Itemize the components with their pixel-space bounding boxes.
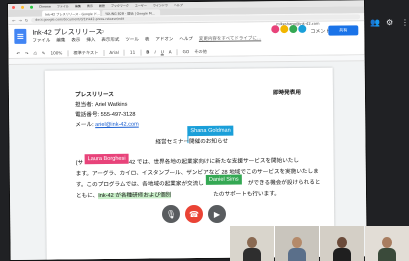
zoom-dot[interactable] (30, 5, 34, 9)
menu-insert[interactable]: 挿入 (86, 37, 95, 43)
docs-menu-bar: ファイル 編集 表示 挿入 表示形式 ツール 表 アドオン ヘルプ 変更内容をす… (32, 35, 261, 43)
paint-format-icon[interactable]: ✎ (42, 51, 46, 56)
participant-video (378, 235, 396, 261)
docs-logo-icon[interactable] (14, 28, 27, 44)
participant-tile[interactable] (320, 226, 364, 261)
mac-menu-item[interactable]: 編集 (75, 4, 81, 8)
contact-email: メール: ariel@ink-42.com (75, 120, 139, 129)
underline-button[interactable]: U (161, 49, 164, 54)
body-text: ともに、 (75, 193, 99, 200)
mac-menu-item[interactable]: ユーザー (135, 4, 147, 8)
camera-icon: ▶ (213, 209, 221, 219)
divider (103, 49, 105, 56)
divider (123, 49, 125, 56)
mic-button[interactable]: 🎙 (162, 205, 180, 223)
more-options-button[interactable]: その他 (194, 48, 207, 54)
back-icon[interactable]: ← (12, 18, 15, 23)
mac-menu-item[interactable]: ウインドウ (153, 3, 168, 7)
body-line-3: す。このプログラムでは、各地域の起業家が交流し ができる機会が設けられると (76, 178, 321, 189)
meet-screen: Chrome ファイル 編集 表示 履歴 ブックマーク ユーザー ウインドウ ヘ… (0, 0, 409, 261)
doc-heading: プレスリリース (74, 91, 114, 99)
divider (176, 48, 178, 55)
hang-up-icon: ☎ (189, 209, 199, 219)
divider (67, 49, 69, 56)
collaborator-cursor-label: Daniel Sims (205, 174, 242, 185)
forward-icon[interactable]: → (19, 18, 22, 23)
avatar[interactable] (271, 25, 280, 34)
camera-button[interactable]: ▶ (208, 205, 226, 223)
style-select[interactable]: 標準テキスト (73, 50, 98, 56)
divider (140, 49, 142, 56)
participant-video (288, 235, 306, 261)
avatar[interactable] (280, 25, 289, 34)
italic-button[interactable]: I (154, 49, 155, 54)
body-text: す。このプログラムでは、各地域の起業家が交流し (75, 180, 204, 189)
docs-header: Ink-42 プレスリリース ▭ ファイル 編集 表示 挿入 表示形式 ツール … (8, 21, 365, 49)
mac-menu-item[interactable]: 表示 (87, 4, 93, 8)
menu-file[interactable]: ファイル (32, 38, 50, 44)
more-vert-icon[interactable]: ⋮ (401, 18, 409, 27)
avatar[interactable] (289, 24, 298, 34)
email-link[interactable]: ariel@ink-42.com (95, 122, 139, 128)
participant-tile[interactable] (230, 226, 274, 261)
shared-screen: Chrome ファイル 編集 表示 履歴 ブックマーク ユーザー ウインドウ ヘ… (8, 0, 367, 260)
participant-tile[interactable] (275, 226, 319, 261)
font-size-select[interactable]: 11 (130, 50, 135, 55)
body-text: ができる機会が設けられると (247, 179, 321, 187)
redo-icon[interactable]: ↷ (25, 51, 29, 56)
menu-edit[interactable]: 編集 (56, 37, 65, 43)
menu-table[interactable]: 表 (145, 37, 150, 43)
browser-tab-meet[interactable]: YOUNG B2B - 開始 | Google M... (102, 9, 161, 17)
body-text: -42 では、世界各地の起業家向けに新たな支援サービスを開始いたし (127, 157, 300, 166)
bold-button[interactable]: B (146, 50, 149, 55)
avatar[interactable] (298, 24, 307, 33)
mac-menu-item[interactable]: 履歴 (99, 4, 105, 8)
reload-icon[interactable]: ↻ (25, 18, 28, 23)
body-line-2: ます。アーグラ、カイロ、イスタンブール、ザンビアなど 28 地域でこのサービスを… (75, 168, 319, 178)
undo-icon[interactable]: ↶ (16, 51, 20, 56)
close-dot[interactable] (12, 5, 16, 9)
gear-icon[interactable]: ⚙ (386, 18, 393, 27)
share-button[interactable]: 共有 (328, 25, 359, 36)
contact-phone: 電話番号: 555-497-3128 (75, 111, 136, 119)
body-line-4: ともに、Ink-42 が各種研修および個別 たのサポートも行います。 (76, 189, 280, 199)
menu-format[interactable]: 表示形式 (101, 37, 119, 43)
collaborator-cursor-label: Shana Goldman (187, 125, 234, 137)
people-icon[interactable]: 👥 (370, 18, 380, 27)
zoom-select[interactable]: 100% (50, 50, 62, 55)
last-edit-link[interactable]: 変更内容をすべてドライブに... (199, 35, 261, 42)
body-text: (サ (75, 160, 84, 167)
menu-help[interactable]: ヘルプ (179, 36, 193, 42)
minimize-dot[interactable] (21, 5, 25, 9)
participant-strip (230, 226, 409, 261)
participant-video (243, 235, 261, 261)
collaborator-avatars (271, 24, 307, 34)
mac-menu-item[interactable]: ヘルプ (174, 3, 183, 7)
body-text: たのサポートも行います。 (213, 191, 280, 198)
mac-menu-item[interactable]: ブックマーク (111, 4, 129, 8)
menu-tools[interactable]: ツール (125, 37, 139, 43)
menu-view[interactable]: 表示 (71, 37, 80, 43)
text-color-button[interactable]: A (169, 49, 172, 54)
email-label: メール: (75, 122, 96, 129)
font-select[interactable]: Arial (109, 50, 119, 55)
release-note: 即時発表用 (272, 89, 301, 97)
doc-subject: 経営セミナー開催のお知らせ (155, 138, 229, 146)
browser-tab-docs[interactable]: Ink-42 プレスリリース - Google ド... (42, 10, 101, 17)
mac-menu-item[interactable]: ファイル (57, 4, 69, 8)
menu-addons[interactable]: アドオン (155, 36, 173, 42)
collaborator-cursor-label: Laura Borghesi (84, 153, 129, 165)
folder-icon[interactable]: ▭ (98, 28, 104, 35)
mac-menu-item[interactable]: Chrome (39, 5, 51, 9)
highlighted-text: Ink-42 が各種研修および個別 (98, 192, 172, 200)
insert-link-button[interactable]: GO (183, 49, 190, 54)
hang-up-button[interactable]: ☎ (185, 205, 203, 223)
participant-tile[interactable] (365, 226, 409, 261)
participant-video (333, 235, 351, 261)
mic-icon: 🎙 (165, 209, 177, 219)
print-icon[interactable]: ⎙ (34, 51, 37, 56)
contact-name: 担当者: Ariel Watkins (75, 101, 128, 109)
